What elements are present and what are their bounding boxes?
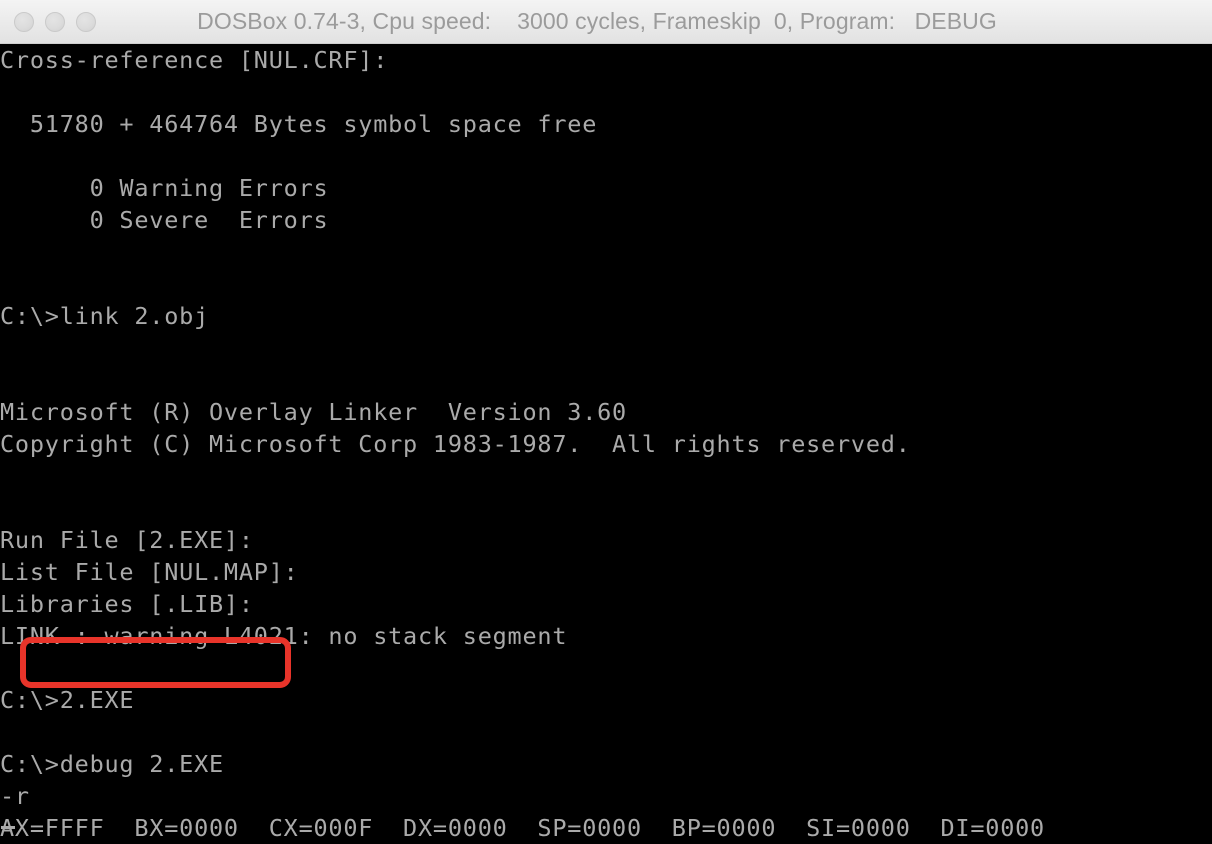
terminal-line-link-warning: LINK : warning L4021: no stack segment <box>0 622 568 650</box>
terminal-line-command-link: C:\>link 2.obj <box>0 302 209 330</box>
terminal-line-registers-general: AX=FFFF BX=0000 CX=000F DX=0000 SP=0000 … <box>0 814 1045 842</box>
close-button-icon[interactable] <box>14 11 34 32</box>
terminal-line: 0 Severe Errors <box>0 206 329 234</box>
minimize-button-icon[interactable] <box>45 11 65 32</box>
terminal-line: Cross-reference [NUL.CRF]: <box>0 46 389 74</box>
terminal-line: Microsoft (R) Overlay Linker Version 3.6… <box>0 398 627 426</box>
dos-terminal-screen[interactable]: Cross-reference [NUL.CRF]: 51780 + 46476… <box>0 44 1212 844</box>
terminal-line: 51780 + 464764 Bytes symbol space free <box>0 110 598 138</box>
window-controls <box>14 11 96 32</box>
terminal-line-command-run: C:\>2.EXE <box>0 686 135 714</box>
terminal-line-command-r: -r <box>0 782 30 810</box>
terminal-line: List File [NUL.MAP]: <box>0 558 299 586</box>
terminal-line: Run File [2.EXE]: <box>0 526 254 554</box>
terminal-line: Copyright (C) Microsoft Corp 1983-1987. … <box>0 430 911 458</box>
terminal-line-command-debug: C:\>debug 2.EXE <box>0 750 224 778</box>
terminal-line: 0 Warning Errors <box>0 174 329 202</box>
window-titlebar: DOSBox 0.74-3, Cpu speed: 3000 cycles, F… <box>0 0 1212 44</box>
terminal-line: Libraries [.LIB]: <box>0 590 254 618</box>
text-cursor <box>1 826 15 829</box>
window-title: DOSBox 0.74-3, Cpu speed: 3000 cycles, F… <box>197 8 997 34</box>
dosbox-window: DOSBox 0.74-3, Cpu speed: 3000 cycles, F… <box>0 0 1212 844</box>
